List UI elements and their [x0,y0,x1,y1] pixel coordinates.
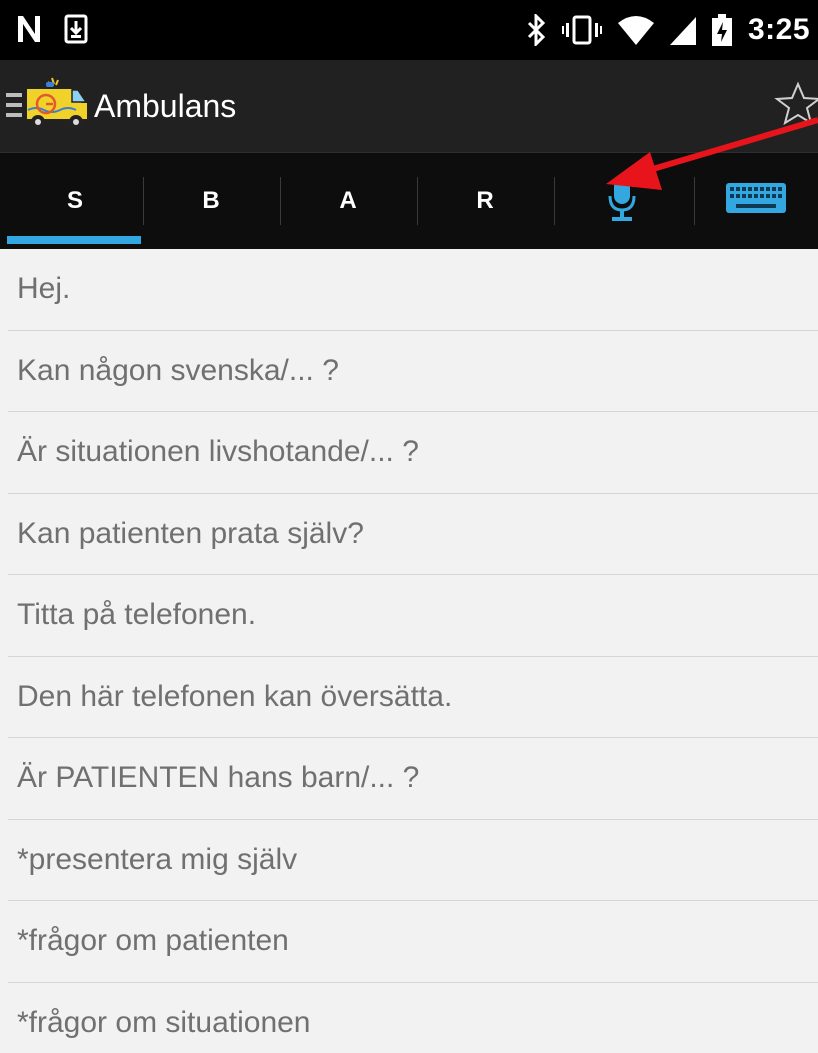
list-item[interactable]: Kan patienten prata själv? [8,493,818,575]
app-title: Ambulans [94,88,237,124]
wifi-icon [617,15,654,45]
list-item[interactable]: Den här telefonen kan översätta. [8,656,818,738]
tab-a[interactable]: A [280,153,416,249]
tab-s[interactable]: S [7,153,143,249]
tab-b[interactable]: B [143,153,279,249]
tab-r[interactable]: R [417,153,553,249]
tab-selected-indicator [7,236,141,244]
status-time: 3:25 [747,13,810,46]
phrase-list: Hej. Kan någon svenska/... ? Är situatio… [8,249,818,1053]
list-item[interactable]: *presentera mig själv [8,819,818,901]
nfc-icon [16,14,42,44]
list-item[interactable]: *frågor om situationen [8,982,818,1053]
annotation-arrow-icon [606,117,818,190]
list-item[interactable]: Är situationen livshotande/... ? [8,412,818,494]
list-item[interactable]: *frågor om patienten [8,901,818,983]
list-item[interactable]: Hej. [8,249,818,331]
list-item[interactable]: Är PATIENTEN hans barn/... ? [8,738,818,820]
bluetooth-icon [526,14,546,46]
battery-icon [711,14,732,46]
cell-signal-icon [669,15,696,45]
ambulance-logo-icon[interactable] [20,76,92,139]
download-icon [64,14,88,44]
status-bar: 3:25 [0,0,818,60]
list-item[interactable]: Kan någon svenska/... ? [8,330,818,412]
list-item[interactable]: Titta på telefonen. [8,575,818,657]
vibrate-icon [561,15,602,45]
